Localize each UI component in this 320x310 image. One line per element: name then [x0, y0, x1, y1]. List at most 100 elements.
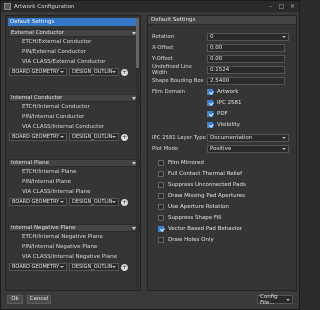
domain-pdf-checkbox[interactable]: PDF: [207, 109, 228, 118]
checkbox-label: Film Mirrored: [168, 159, 204, 166]
chevron-down-icon: [60, 136, 64, 138]
shape-bounding-box-input[interactable]: 2.5400: [207, 76, 285, 85]
layer-row[interactable]: VIA CLASS/External Conductor: [8, 57, 140, 67]
subclass-dropdown[interactable]: DESIGN_OUTLINE: [69, 198, 119, 206]
checkbox-label: Draw Holes Only: [168, 236, 214, 243]
checkbox-label: Full Contact Thermal Relief: [168, 170, 243, 177]
film-tree-panel: Default Settings External Conductor ETCH…: [5, 15, 141, 291]
checkbox-checked-icon[interactable]: [207, 88, 213, 95]
checkbox-label: Artwork: [217, 88, 239, 95]
class-dropdown[interactable]: BOARD GEOMETRY: [9, 198, 67, 206]
subclass-dropdown[interactable]: DESIGN_OUTLINE: [69, 68, 119, 76]
option-use-aperture-rotation[interactable]: Use Aperture Rotation: [158, 202, 229, 211]
checkbox-icon[interactable]: [158, 214, 164, 221]
x-offset-input[interactable]: 0.00: [207, 43, 285, 52]
option-suppress-shape-fill[interactable]: Suppress Shape Fill: [158, 213, 221, 222]
settings-header: Default Settings: [148, 16, 296, 25]
checkbox-icon[interactable]: [158, 170, 164, 177]
layer-row[interactable]: VIA CLASS/Internal Plane: [8, 187, 140, 197]
app-icon: [4, 3, 11, 10]
option-full-contact-thermal-relief[interactable]: Full Contact Thermal Relief: [158, 169, 242, 178]
checkbox-checked-icon[interactable]: [207, 110, 213, 117]
checkbox-label: IPC 2581: [217, 99, 242, 106]
checkbox-icon[interactable]: [158, 159, 164, 166]
checkbox-icon[interactable]: [158, 203, 164, 210]
subclass-dropdown[interactable]: DESIGN_OUTLINE: [69, 263, 119, 271]
default-settings-item[interactable]: Default Settings: [8, 18, 138, 26]
checkbox-checked-icon[interactable]: [207, 121, 213, 128]
ipc-layer-type-select[interactable]: Documentation: [207, 133, 289, 142]
checkbox-icon[interactable]: [158, 236, 164, 243]
checkbox-icon[interactable]: [158, 181, 164, 188]
section-internal-conductor: Internal Conductor ETCH/Internal Conduct…: [8, 94, 140, 141]
chevron-down-icon: [112, 266, 116, 268]
layer-row[interactable]: VIA CLASS/Internal Negative Plane: [8, 252, 140, 262]
undefined-line-width-input[interactable]: 0.1524: [207, 65, 285, 74]
option-draw-holes-only[interactable]: Draw Holes Only: [158, 235, 214, 244]
artwork-configuration-window: Artwork Configuration – □ × Default Sett…: [0, 0, 300, 310]
left-scrollbar[interactable]: [136, 18, 139, 288]
layer-row[interactable]: PIN/Internal Plane: [8, 177, 140, 187]
section-header[interactable]: External Conductor: [8, 29, 140, 37]
close-button[interactable]: ×: [289, 3, 296, 10]
layer-row[interactable]: ETCH/Internal Conductor: [8, 102, 140, 112]
layer-row[interactable]: ETCH/External Conductor: [8, 37, 140, 47]
section-header[interactable]: Internal Conductor: [8, 94, 140, 102]
add-layer-icon[interactable]: +: [121, 198, 128, 206]
checkbox-checked-icon[interactable]: [158, 225, 164, 232]
maximize-button[interactable]: □: [278, 3, 285, 10]
scrollbar-thumb[interactable]: [136, 18, 139, 68]
chevron-down-icon: [112, 136, 116, 138]
option-film-mirrored[interactable]: Film Mirrored: [158, 158, 204, 167]
rotation-label: Rotation: [152, 33, 175, 40]
domain-artwork-checkbox[interactable]: Artwork: [207, 87, 239, 96]
chevron-down-icon: [286, 298, 290, 301]
class-dropdown[interactable]: BOARD GEOMETRY: [9, 68, 67, 76]
undefined-line-width-label: Undefined Line Width: [152, 63, 192, 76]
config-file-dropdown[interactable]: Config File...: [257, 294, 293, 306]
domain-ipc2581-checkbox[interactable]: IPC 2581: [207, 98, 242, 107]
chevron-down-icon: [60, 201, 64, 203]
plot-mode-select[interactable]: Positive: [207, 144, 289, 153]
layer-row[interactable]: ETCH/Internal Negative Plane: [8, 232, 140, 242]
chevron-down-icon: [112, 71, 116, 73]
layer-row[interactable]: PIN/Internal Conductor: [8, 112, 140, 122]
checkbox-label: Suppress Shape Fill: [168, 214, 222, 221]
option-vector-based-pad-behavior[interactable]: Vector Based Pad Behavior: [158, 224, 242, 233]
checkbox-label: Visibility: [217, 121, 241, 128]
section-header-label: Internal Negative Plane: [11, 225, 76, 231]
minimize-button[interactable]: –: [267, 3, 274, 10]
class-dropdown[interactable]: BOARD GEOMETRY: [9, 133, 67, 141]
checkbox-label: Draw Missing Pad Apertures: [168, 192, 245, 199]
cancel-button[interactable]: Cancel: [27, 295, 51, 304]
y-offset-input[interactable]: 0.00: [207, 54, 285, 63]
class-dropdown[interactable]: BOARD GEOMETRY: [9, 263, 67, 271]
option-suppress-unconnected-pads[interactable]: Suppress Unconnected Pads: [158, 180, 246, 189]
checkbox-checked-icon[interactable]: [207, 99, 213, 106]
add-layer-icon[interactable]: +: [121, 68, 128, 76]
option-draw-missing-pad-apertures[interactable]: Draw Missing Pad Apertures: [158, 191, 245, 200]
checkbox-label: PDF: [217, 110, 228, 117]
layer-row[interactable]: PIN/Internal Negative Plane: [8, 242, 140, 252]
chevron-down-icon: [60, 266, 64, 268]
subclass-dropdown[interactable]: DESIGN_OUTLINE: [69, 133, 119, 141]
section-header[interactable]: Internal Plane: [8, 159, 140, 167]
domain-visibility-checkbox[interactable]: Visibility: [207, 120, 240, 129]
chevron-down-icon: [60, 71, 64, 73]
checkbox-icon[interactable]: [158, 192, 164, 199]
add-layer-icon[interactable]: +: [121, 263, 128, 271]
shape-bounding-box-label: Shape Bouding Box: [152, 77, 204, 84]
section-header-label: Internal Plane: [11, 160, 50, 166]
y-offset-label: Y-Offset: [152, 55, 173, 62]
layer-row[interactable]: VIA CLASS/Internal Conductor: [8, 122, 140, 132]
film-domain-label: Film Domain: [152, 88, 186, 95]
window-title: Artwork Configuration: [14, 3, 75, 10]
section-header[interactable]: Internal Negative Plane: [8, 224, 140, 232]
rotation-select[interactable]: 0: [207, 32, 289, 41]
ok-button[interactable]: Ok: [7, 295, 23, 304]
add-layer-icon[interactable]: +: [121, 133, 128, 141]
chevron-down-icon: [282, 35, 286, 38]
section-header-label: External Conductor: [11, 30, 65, 36]
layer-row[interactable]: ETCH/Internal Plane: [8, 167, 140, 177]
layer-row[interactable]: PIN/External Conductor: [8, 47, 140, 57]
